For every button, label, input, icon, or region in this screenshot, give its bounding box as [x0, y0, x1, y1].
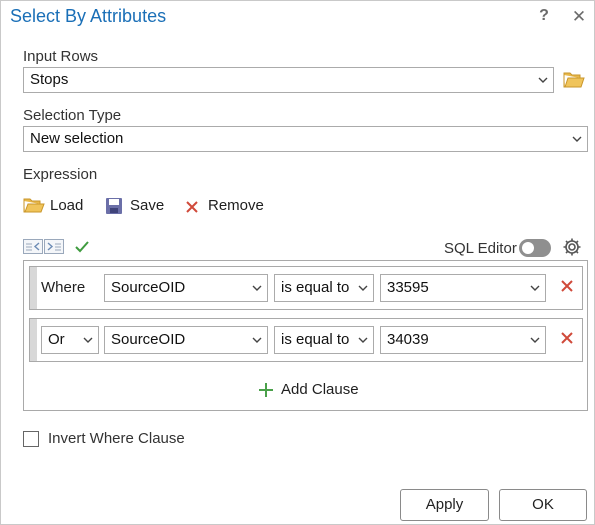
field-value: SourceOID: [111, 331, 186, 348]
clause-connector-label: Where: [41, 279, 86, 296]
folder-icon: [23, 197, 45, 221]
value-dropdown[interactable]: 34039: [380, 326, 546, 354]
invert-where-clause-checkbox[interactable]: [23, 431, 39, 447]
selection-type-label: Selection Type: [23, 107, 122, 124]
operator-value: is equal to: [281, 331, 350, 348]
toggle-knob: [522, 242, 534, 254]
chevron-down-icon: [252, 284, 262, 292]
value-dropdown[interactable]: 33595: [380, 274, 546, 302]
chevron-down-icon: [358, 284, 368, 292]
chevron-down-icon: [83, 336, 93, 344]
field-value: SourceOID: [111, 279, 186, 296]
drag-handle[interactable]: [30, 267, 37, 309]
drag-handle[interactable]: [30, 319, 37, 361]
field-dropdown[interactable]: SourceOID: [104, 326, 268, 354]
input-rows-dropdown[interactable]: Stops: [23, 67, 554, 93]
clause-row-2: Or SourceOID is equal to 34039: [29, 318, 583, 362]
outdent-icon[interactable]: [23, 239, 43, 258]
save-button[interactable]: Save: [105, 195, 165, 217]
delete-clause-icon[interactable]: [559, 330, 575, 346]
operator-value: is equal to: [281, 279, 350, 296]
floppy-disk-icon: [105, 197, 123, 222]
checkmark-icon[interactable]: [74, 240, 90, 258]
close-button[interactable]: ✕: [569, 7, 589, 27]
add-clause-label: Add Clause: [281, 381, 359, 398]
indent-icon[interactable]: [44, 239, 64, 258]
input-rows-label: Input Rows: [23, 48, 99, 65]
dialog-title: Select By Attributes: [10, 6, 167, 26]
browse-folder-icon[interactable]: [563, 71, 585, 93]
sql-editor-label: SQL Editor: [444, 240, 517, 257]
help-button[interactable]: ?: [534, 7, 554, 27]
chevron-down-icon: [538, 76, 548, 84]
operator-dropdown[interactable]: is equal to: [274, 274, 374, 302]
clause-row-1: Where SourceOID is equal to 33595: [29, 266, 583, 310]
plus-icon: [258, 382, 274, 405]
remove-label: Remove: [208, 197, 264, 214]
invert-where-clause-label: Invert Where Clause: [48, 430, 185, 447]
selection-type-dropdown[interactable]: New selection: [23, 126, 588, 152]
connector-value: Or: [48, 331, 65, 348]
remove-button[interactable]: Remove: [185, 195, 265, 217]
chevron-down-icon: [358, 336, 368, 344]
sql-editor-toggle[interactable]: [519, 239, 551, 257]
delete-clause-icon[interactable]: [559, 278, 575, 294]
input-rows-value: Stops: [30, 71, 69, 88]
load-label: Load: [50, 197, 84, 214]
chevron-down-icon: [572, 135, 582, 143]
operator-dropdown[interactable]: is equal to: [274, 326, 374, 354]
load-button[interactable]: Load: [23, 195, 85, 217]
chevron-down-icon: [530, 284, 540, 292]
apply-button[interactable]: Apply: [400, 489, 489, 521]
select-by-attributes-dialog: Select By Attributes ? ✕ Input Rows Stop…: [0, 0, 595, 525]
title-bar: Select By Attributes ? ✕: [1, 1, 594, 35]
save-label: Save: [130, 197, 165, 214]
chevron-down-icon: [252, 336, 262, 344]
value-text: 34039: [387, 331, 429, 348]
value-text: 33595: [387, 279, 429, 296]
connector-dropdown[interactable]: Or: [41, 326, 99, 354]
gear-icon[interactable]: [562, 237, 582, 261]
ok-button[interactable]: OK: [499, 489, 587, 521]
chevron-down-icon: [530, 336, 540, 344]
remove-x-icon: [185, 199, 199, 221]
clause-list: Where SourceOID is equal to 33595 Or Sou…: [23, 260, 588, 411]
field-dropdown[interactable]: SourceOID: [104, 274, 268, 302]
expression-label: Expression: [23, 166, 98, 183]
selection-type-value: New selection: [30, 130, 124, 147]
